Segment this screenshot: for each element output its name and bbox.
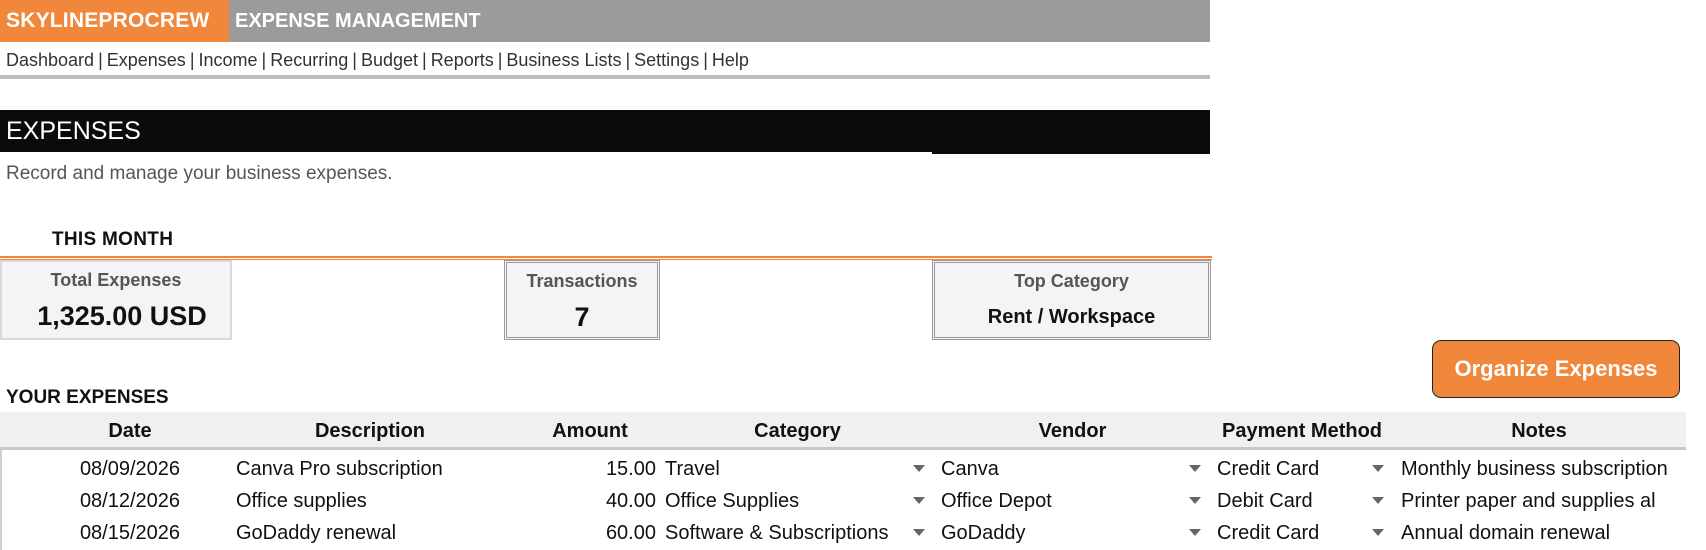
nav-separator: | — [422, 50, 427, 70]
total-expenses-value: 1,325.00 USD — [37, 301, 207, 331]
category-dropdown-icon[interactable] — [913, 465, 925, 472]
vendor-dropdown-icon[interactable] — [1189, 497, 1201, 504]
cell-category[interactable]: Office Supplies — [665, 485, 900, 517]
nav-income[interactable]: Income — [199, 50, 258, 70]
top-category-card: Top Category Rent / Workspace — [932, 260, 1211, 340]
transactions-label: Transactions — [526, 271, 638, 291]
cell-vendor[interactable]: Office Depot — [941, 485, 1171, 517]
nav-budget[interactable]: Budget — [361, 50, 418, 70]
brand-logo: SKYLINEPROCREW — [0, 0, 229, 42]
cell-amount[interactable]: 40.00 — [520, 485, 656, 517]
cell-payment-method[interactable]: Credit Card — [1217, 453, 1367, 485]
total-expenses-label: Total Expenses — [50, 270, 182, 290]
nav-reports[interactable]: Reports — [431, 50, 494, 70]
main-nav: Dashboard | Expenses | Income | Recurring | Budg… — [6, 48, 749, 72]
payment-dropdown-icon[interactable] — [1372, 497, 1384, 504]
table-header: Date Description Amount Category Vendor … — [0, 412, 1686, 450]
cell-date[interactable]: 08/15/2026 — [40, 517, 220, 549]
nav-separator: | — [98, 50, 103, 70]
table-row[interactable]: 08/09/2026 Canva Pro subscription 15.00 … — [0, 453, 1686, 485]
nav-separator: | — [261, 50, 267, 70]
total-expenses-card: Total Expenses 1,325.00 USD — [0, 260, 232, 340]
nav-separator: | — [625, 50, 631, 70]
column-header-category[interactable]: Category — [660, 412, 935, 450]
top-category-value: Rent / Workspace — [987, 306, 1156, 328]
column-header-payment-method[interactable]: Payment Method — [1210, 412, 1394, 450]
column-header-amount[interactable]: Amount — [520, 412, 660, 450]
nav-separator: | — [352, 50, 357, 70]
nav-divider — [0, 75, 1210, 79]
section-underline — [932, 150, 1210, 154]
column-header-date[interactable]: Date — [40, 412, 220, 450]
cell-amount[interactable]: 15.00 — [520, 453, 656, 485]
nav-expenses[interactable]: Expenses — [107, 50, 186, 70]
nav-separator: | — [189, 50, 195, 70]
nav-separator: | — [703, 50, 708, 70]
transactions-card: Transactions 7 — [504, 260, 660, 340]
vendor-dropdown-icon[interactable] — [1189, 465, 1201, 472]
table-row[interactable]: 08/12/2026 Office supplies 40.00 Office … — [0, 485, 1686, 517]
vendor-dropdown-icon[interactable] — [1189, 529, 1201, 536]
cell-category[interactable]: Software & Subscriptions — [665, 517, 920, 549]
column-header-description[interactable]: Description — [230, 412, 510, 450]
cell-date[interactable]: 08/12/2026 — [40, 485, 220, 517]
payment-dropdown-icon[interactable] — [1372, 465, 1384, 472]
organize-expenses-button[interactable]: Organize Expenses — [1432, 340, 1680, 398]
nav-settings[interactable]: Settings — [634, 50, 699, 70]
payment-dropdown-icon[interactable] — [1372, 529, 1384, 536]
cell-vendor[interactable]: GoDaddy — [941, 517, 1171, 549]
cell-amount[interactable]: 60.00 — [520, 517, 656, 549]
column-header-notes[interactable]: Notes — [1394, 412, 1684, 450]
cell-notes[interactable]: Annual domain renewal — [1401, 517, 1686, 549]
nav-help[interactable]: Help — [712, 50, 749, 70]
cell-notes[interactable]: Printer paper and supplies al — [1401, 485, 1686, 517]
cell-notes[interactable]: Monthly business subscription — [1401, 453, 1686, 485]
section-subtitle: Record and manage your business expenses… — [6, 163, 393, 184]
cell-payment-method[interactable]: Credit Card — [1217, 517, 1367, 549]
transactions-value: 7 — [574, 302, 590, 332]
app-title: EXPENSE MANAGEMENT — [235, 10, 481, 32]
cell-category[interactable]: Travel — [665, 453, 900, 485]
column-header-vendor[interactable]: Vendor — [935, 412, 1210, 450]
category-dropdown-icon[interactable] — [913, 497, 925, 504]
category-dropdown-icon[interactable] — [913, 529, 925, 536]
nav-recurring[interactable]: Recurring — [270, 50, 348, 70]
summary-heading: THIS MONTH — [52, 229, 174, 250]
cell-payment-method[interactable]: Debit Card — [1217, 485, 1367, 517]
table-row[interactable]: 08/15/2026 GoDaddy renewal 60.00 Softwar… — [0, 517, 1686, 549]
expenses-table-heading: YOUR EXPENSES — [6, 387, 169, 408]
top-category-label: Top Category — [1014, 271, 1129, 291]
nav-separator: | — [497, 50, 503, 70]
cell-vendor[interactable]: Canva — [941, 453, 1171, 485]
cell-date[interactable]: 08/09/2026 — [40, 453, 220, 485]
nav-dashboard[interactable]: Dashboard — [6, 50, 94, 70]
section-title: EXPENSES — [0, 110, 1210, 152]
nav-business-lists[interactable]: Business Lists — [506, 50, 621, 70]
